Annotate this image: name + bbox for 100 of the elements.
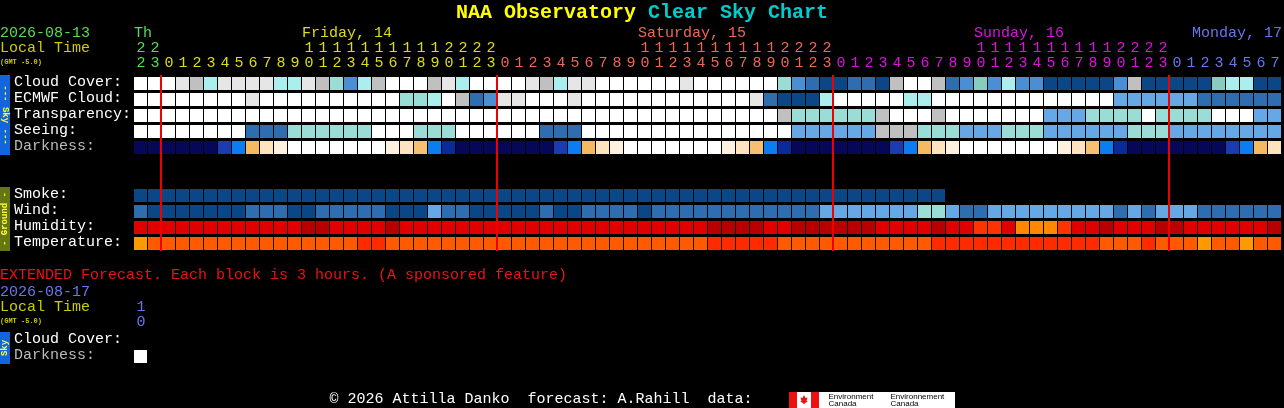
hour-label: 10 bbox=[976, 41, 986, 71]
hour-label: 13 bbox=[682, 41, 692, 71]
row-label: Darkness: bbox=[14, 139, 96, 155]
hour-label: 9 bbox=[290, 56, 300, 71]
hour-label: 4 bbox=[1228, 56, 1238, 71]
hour-label: 17 bbox=[1074, 41, 1084, 71]
hour-label: 12 bbox=[668, 41, 678, 71]
section-label: - Ground - bbox=[0, 187, 10, 251]
hour-label: 11 bbox=[318, 41, 328, 71]
day-label: Friday, 14 bbox=[302, 26, 392, 41]
hour-label: 18 bbox=[1088, 41, 1098, 71]
hour-label: 18 bbox=[752, 41, 762, 71]
hour-label: 23 bbox=[1158, 41, 1168, 71]
hour-label: 1 bbox=[850, 56, 860, 71]
hour-label: 20 bbox=[444, 41, 454, 71]
credit-text: © 2026 Attilla Danko forecast: A.Rahill data: bbox=[329, 392, 753, 408]
hour-label: 5 bbox=[234, 56, 244, 71]
row-label: Cloud Cover: bbox=[14, 75, 124, 91]
hour-label: 16 bbox=[724, 41, 734, 71]
row-label: Temperature: bbox=[14, 235, 124, 251]
hour-label: 15 bbox=[710, 41, 720, 71]
hour-label: 5 bbox=[906, 56, 916, 71]
hour-label: 19 bbox=[1102, 41, 1112, 71]
chart-title: Clear Sky Chart bbox=[648, 0, 829, 26]
hour-label: 9 bbox=[962, 56, 972, 71]
hour-label: 15 bbox=[1046, 41, 1056, 71]
hour-label: 8 bbox=[948, 56, 958, 71]
row-label: Transparency: bbox=[14, 107, 133, 123]
hour-label: 11 bbox=[990, 41, 1000, 71]
hour-label: 4 bbox=[892, 56, 902, 71]
hour-label: 7 bbox=[598, 56, 608, 71]
time-label: Local Time bbox=[0, 41, 90, 56]
hour-label: 12 bbox=[1004, 41, 1014, 71]
hour-label: 10 bbox=[304, 41, 314, 71]
hour-label: 0 bbox=[500, 56, 510, 71]
hour-label: 3 bbox=[1214, 56, 1224, 71]
hour-label: 21 bbox=[458, 41, 468, 71]
hour-label: 6 bbox=[920, 56, 930, 71]
hour-label: 12 bbox=[332, 41, 342, 71]
hour-label: 22 bbox=[136, 41, 146, 71]
hour-label: 10 bbox=[136, 300, 146, 330]
hour-label: 2 bbox=[1200, 56, 1210, 71]
row-label: ECMWF Cloud: bbox=[14, 91, 124, 107]
hour-label: 16 bbox=[388, 41, 398, 71]
hour-label: 5 bbox=[1242, 56, 1252, 71]
hour-label: 23 bbox=[486, 41, 496, 71]
section-label: Sky bbox=[0, 332, 10, 364]
day-label: Monday, 17 bbox=[1192, 26, 1282, 41]
date-label: 2026-08-13 bbox=[0, 26, 90, 41]
hour-label: 0 bbox=[1172, 56, 1182, 71]
row-label: Wind: bbox=[14, 203, 60, 219]
hour-label: 21 bbox=[794, 41, 804, 71]
hour-label: 8 bbox=[276, 56, 286, 71]
hour-label: 6 bbox=[584, 56, 594, 71]
hour-label: 7 bbox=[934, 56, 944, 71]
hour-label: 5 bbox=[570, 56, 580, 71]
hour-label: 20 bbox=[1116, 41, 1126, 71]
hour-label: 1 bbox=[1186, 56, 1196, 71]
hour-label: 20 bbox=[780, 41, 790, 71]
hour-label: 0 bbox=[164, 56, 174, 71]
hour-label: 2 bbox=[192, 56, 202, 71]
hour-label: 16 bbox=[1060, 41, 1070, 71]
hour-label: 6 bbox=[248, 56, 258, 71]
hour-label: 2 bbox=[864, 56, 874, 71]
logo-text: Environment Canada bbox=[828, 393, 875, 407]
row-label: Seeing: bbox=[14, 123, 78, 139]
hour-label: 22 bbox=[808, 41, 818, 71]
row-label: Darkness: bbox=[14, 348, 96, 364]
hour-label: 1 bbox=[178, 56, 188, 71]
hour-label: 6 bbox=[1256, 56, 1266, 71]
extended-note: EXTENDED Forecast. Each block is 3 hours. (A sponsored feature) bbox=[0, 267, 568, 285]
hour-label: 11 bbox=[654, 41, 664, 71]
hour-label: 4 bbox=[556, 56, 566, 71]
row-label: Humidity: bbox=[14, 219, 96, 235]
hour-label: 14 bbox=[360, 41, 370, 71]
hour-label: 23 bbox=[150, 41, 160, 71]
row-label: Cloud Cover: bbox=[14, 332, 124, 348]
hour-label: 13 bbox=[1018, 41, 1028, 71]
day-label: Saturday, 15 bbox=[638, 26, 747, 41]
hour-label: 3 bbox=[878, 56, 888, 71]
time-label: Local Time bbox=[0, 300, 90, 315]
hour-label: 7 bbox=[1270, 56, 1280, 71]
hour-label: 10 bbox=[640, 41, 650, 71]
date-label: 2026-08-17 bbox=[0, 285, 90, 300]
hour-label: 21 bbox=[1130, 41, 1140, 71]
hour-label: 23 bbox=[822, 41, 832, 71]
day-label: Sunday, 16 bbox=[974, 26, 1064, 41]
site-title: NAA Observatory bbox=[455, 0, 636, 26]
row-label: Smoke: bbox=[14, 187, 69, 203]
hour-label: 19 bbox=[766, 41, 776, 71]
hour-label: 17 bbox=[402, 41, 412, 71]
hour-label: 3 bbox=[206, 56, 216, 71]
hour-label: 7 bbox=[262, 56, 272, 71]
logo-text: Environnement Canada bbox=[890, 393, 946, 407]
hour-label: 2 bbox=[528, 56, 538, 71]
hour-label: 19 bbox=[430, 41, 440, 71]
hour-label: 0 bbox=[836, 56, 846, 71]
hour-label: 15 bbox=[374, 41, 384, 71]
day-label: Th bbox=[134, 26, 152, 41]
hour-label: 22 bbox=[472, 41, 482, 71]
